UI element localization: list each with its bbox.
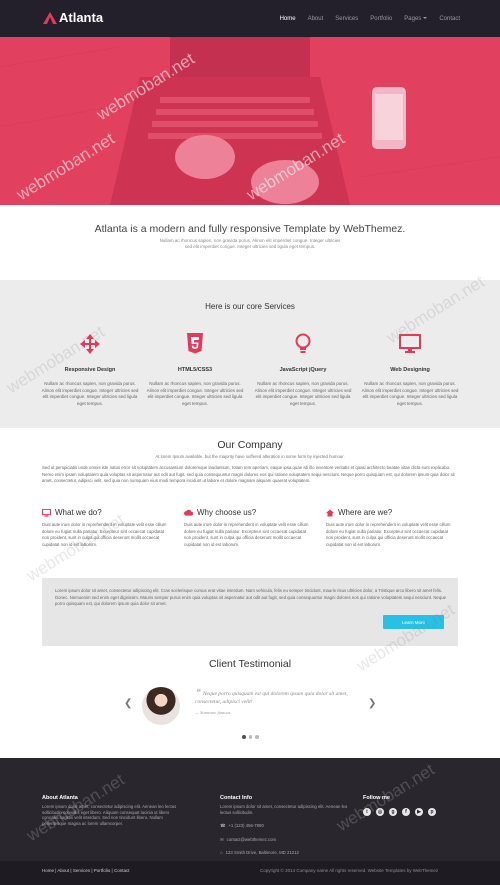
phone-text: +1 (123) 456-7890: [228, 823, 264, 828]
column-heading: Where are we?: [326, 508, 451, 517]
nav-about[interactable]: About: [308, 16, 324, 22]
column-title: Where are we?: [338, 508, 393, 517]
intro-text-line2: sed elit imperdiet congue. Integer ultri…: [184, 244, 316, 249]
nav-pages-label: Pages: [404, 15, 422, 22]
arrows-move-icon: [40, 332, 140, 356]
envelope-icon: ✉: [220, 836, 224, 842]
company-subtitle: At lorem Ipsum available, but the majori…: [155, 454, 345, 459]
quote-icon: ❝: [195, 687, 200, 697]
callout-text: Lorem ipsum dolor sit amet, consectetur …: [55, 588, 446, 606]
footer-follow-title: Follow me: [363, 795, 390, 801]
callout-box: Lorem ipsum dolor sit amet, consectetur …: [42, 578, 458, 646]
brand-name[interactable]: Atlanta: [59, 10, 103, 25]
service-text: Nullam ac rhoncus sapien, non gravida pu…: [41, 381, 139, 406]
facebook-icon[interactable]: f: [402, 808, 410, 816]
services-section: Here is our core Services Responsive Des…: [0, 272, 500, 428]
hero-banner: webmoban.net webmoban.net webmoban.net: [0, 37, 500, 205]
nav-services[interactable]: Services: [335, 16, 358, 22]
carousel-dot[interactable]: [242, 735, 246, 739]
column-title: What we do?: [55, 508, 102, 517]
nav-home[interactable]: Home: [280, 16, 296, 22]
cloud-icon: [184, 509, 193, 516]
chevron-down-icon: [423, 16, 428, 19]
youtube-icon[interactable]: ▶: [415, 808, 423, 816]
twitter-icon[interactable]: t: [363, 808, 371, 816]
service-title: JavaScript jQuery: [279, 367, 327, 373]
service-card: HTML5/CSS3 Nullam ac rhoncus sapien, non…: [145, 332, 245, 407]
carousel-dot[interactable]: [255, 735, 259, 739]
home-icon: [326, 509, 334, 516]
column-text: Duis aute irure dolor in reprehenderit i…: [42, 522, 167, 547]
github-icon[interactable]: g: [389, 808, 397, 816]
service-text: Nullam ac rhoncus sapien, non gravida pu…: [254, 381, 352, 406]
address-text: 123 Smith Drive, Baltimore, MD 21212: [225, 850, 299, 855]
company-column: What we do? Duis aute irure dolor in rep…: [42, 508, 167, 548]
services-title: Here is our core Services: [205, 302, 295, 311]
testimonial-quote: ❝ Neque porro quisquam est qui dolorem ip…: [195, 688, 365, 717]
dribbble-icon[interactable]: ◎: [376, 808, 384, 816]
contact-address: ⌂ 123 Smith Drive, Baltimore, MD 21212: [220, 850, 350, 856]
footer: About Atlanta Lorem ipsum dolor amet, co…: [0, 758, 500, 861]
service-text: Nullam ac rhoncus sapien, non gravida pu…: [146, 381, 244, 406]
contact-intro: Lorem ipsum dolor sit amet, consectetur …: [220, 804, 348, 815]
nav-portfolio[interactable]: Portfolio: [370, 16, 392, 22]
column-title: Why choose us?: [197, 508, 257, 517]
service-card: JavaScript jQuery Nullam ac rhoncus sapi…: [253, 332, 353, 407]
avatar: [142, 687, 180, 725]
desktop-icon: [360, 332, 460, 356]
hero-image: [0, 37, 500, 205]
footer-bottom: Home | About | Services | Portfolio | Co…: [0, 861, 500, 885]
column-heading: Why choose us?: [184, 508, 309, 517]
contact-email[interactable]: ✉ contact@webthemez.com: [220, 837, 350, 843]
footer-about-text: Lorem ipsum dolor amet, consectetur adip…: [42, 804, 177, 826]
learn-more-button[interactable]: Learn More: [383, 615, 444, 629]
company-column: Where are we? Duis aute irure dolor in r…: [326, 508, 451, 548]
chevron-right-icon[interactable]: ❯: [368, 698, 376, 709]
html5-icon: [145, 332, 245, 356]
footer-contact: Lorem ipsum dolor sit amet, consectetur …: [220, 804, 350, 864]
intro-title: Atlanta is a modern and fully responsive…: [94, 223, 406, 235]
contact-phone: ☎ +1 (123) 456-7890: [220, 823, 350, 829]
email-text: contact@webthemez.com: [226, 836, 277, 842]
service-title: Web Designing: [390, 367, 430, 373]
lightbulb-icon: [253, 332, 353, 356]
quote-author: — Someone famous: [195, 710, 231, 715]
navbar: Atlanta Home About Services Portfolio Pa…: [0, 0, 500, 37]
company-paragraph: Sed ut perspiciatis unde omnis iste natu…: [42, 465, 455, 483]
column-text: Duis aute irure dolor in reprehenderit i…: [184, 522, 309, 547]
carousel-dot[interactable]: [248, 735, 252, 739]
logo-icon[interactable]: [43, 12, 57, 24]
testimonial-heading: Client Testimonial: [208, 658, 292, 670]
service-card: Responsive Design Nullam ac rhoncus sapi…: [40, 332, 140, 407]
main-nav: Home About Services Portfolio Pages Cont…: [280, 0, 460, 37]
location-icon: ⌂: [220, 850, 223, 855]
footer-about-title: About Atlanta: [42, 795, 78, 801]
service-title: Responsive Design: [64, 367, 116, 373]
service-title: HTML5/CSS3: [177, 367, 213, 373]
service-card: Web Designing Nullam ac rhoncus sapien, …: [360, 332, 460, 407]
nav-contact[interactable]: Contact: [439, 16, 460, 22]
carousel-indicators: [242, 735, 259, 739]
copyright-text: Copyright © 2014 Company name All rights…: [260, 868, 439, 873]
footer-links[interactable]: Home | About | Services | Portfolio | Co…: [42, 868, 129, 873]
column-heading: What we do?: [42, 508, 167, 517]
intro-section: Atlanta is a modern and fully responsive…: [0, 205, 500, 280]
nav-pages[interactable]: Pages: [404, 15, 428, 22]
company-section: Our Company At lorem Ipsum available, bu…: [0, 428, 500, 758]
company-column: Why choose us? Duis aute irure dolor in …: [184, 508, 309, 548]
quote-text: Neque porro quisquam est qui dolorem ips…: [195, 691, 348, 705]
desktop-icon: [42, 508, 51, 517]
service-text: Nullam ac rhoncus sapien, non gravida pu…: [361, 381, 459, 406]
chevron-left-icon[interactable]: ❮: [124, 698, 132, 709]
column-text: Duis aute irure dolor in reprehenderit i…: [326, 522, 451, 547]
footer-contact-title: Contact Info: [220, 795, 253, 801]
pinterest-icon[interactable]: p: [428, 808, 436, 816]
social-icons: t ◎ g f ▶ p: [363, 808, 436, 816]
company-title: Our Company: [217, 439, 283, 451]
phone-icon: ☎: [220, 823, 226, 828]
